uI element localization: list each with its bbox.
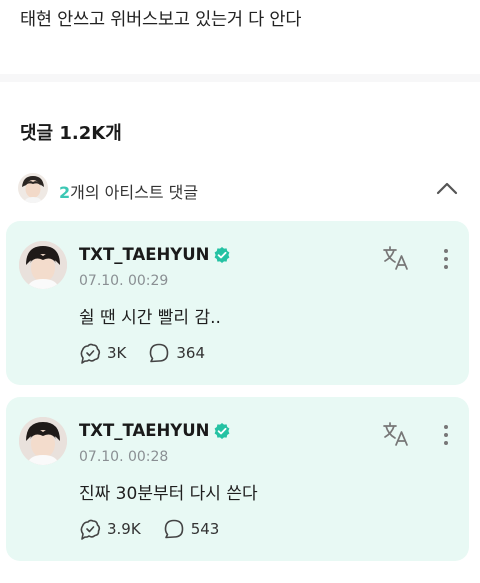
artist-comments-label: 2개의 아티스트 댓글: [59, 179, 198, 203]
comment-text: 진짜 30분부터 다시 쓴다: [79, 484, 258, 504]
author-row: TXT_TAEHYUN: [79, 421, 231, 440]
comment-actions: 3.9K 543: [79, 518, 241, 540]
artist-avatar: [18, 173, 48, 203]
comment-text: 쉴 땐 시간 빨리 감..: [79, 308, 221, 328]
artist-comments-toggle[interactable]: 2개의 아티스트 댓글: [0, 170, 480, 210]
like-button[interactable]: 3K: [79, 342, 126, 364]
comments-count-header: 댓글 1.2K개: [20, 123, 122, 144]
comment-timestamp: 07.10. 00:29: [79, 273, 169, 289]
avatar[interactable]: [19, 417, 67, 465]
comment-bubble-icon: [150, 343, 169, 363]
artist-comments-count: 2: [59, 183, 71, 202]
author-row: TXT_TAEHYUN: [79, 245, 231, 264]
author-name[interactable]: TXT_TAEHYUN: [79, 245, 209, 264]
artist-comment-card[interactable]: TXT_TAEHYUN 07.10. 00:29 쉴 땐 시간 빨리 감.. 3…: [6, 221, 469, 385]
reply-button[interactable]: 364: [148, 342, 205, 364]
translate-icon[interactable]: [382, 421, 410, 447]
like-icon: [80, 519, 101, 540]
post-text: 태현 안쓰고 위버스보고 있는거 다 안다: [20, 10, 302, 30]
more-options-icon[interactable]: [436, 423, 456, 447]
chevron-up-icon[interactable]: [436, 180, 458, 195]
avatar[interactable]: [19, 241, 67, 289]
artist-comment-card[interactable]: TXT_TAEHYUN 07.10. 00:28 진짜 30분부터 다시 쓴다 …: [6, 397, 469, 561]
comment-actions: 3K 364: [79, 342, 227, 364]
like-count: 3K: [107, 344, 127, 362]
translate-icon[interactable]: [382, 245, 410, 271]
reply-button[interactable]: 543: [163, 518, 220, 540]
like-icon: [80, 343, 101, 364]
verified-badge-icon: [215, 422, 230, 439]
verified-badge-icon: [215, 246, 230, 263]
more-options-icon[interactable]: [436, 247, 456, 271]
post-body: 태현 안쓰고 위버스보고 있는거 다 안다: [0, 0, 480, 74]
artist-comments-suffix: 개의 아티스트 댓글: [70, 183, 199, 202]
reply-count: 543: [190, 520, 220, 538]
author-name[interactable]: TXT_TAEHYUN: [79, 421, 209, 440]
reply-count: 364: [176, 344, 206, 362]
like-button[interactable]: 3.9K: [79, 518, 141, 540]
like-count: 3.9K: [107, 520, 141, 538]
comment-bubble-icon: [164, 519, 184, 539]
section-divider: [0, 74, 480, 82]
comment-timestamp: 07.10. 00:28: [79, 449, 169, 465]
